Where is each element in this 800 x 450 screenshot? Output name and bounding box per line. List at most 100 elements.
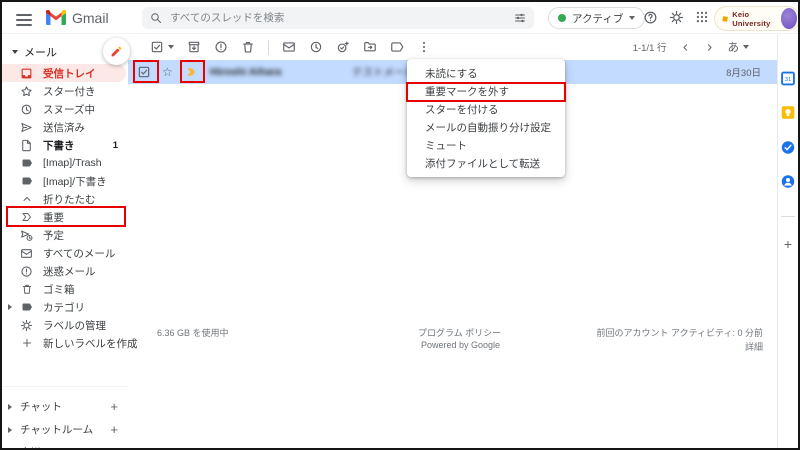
scheduled-send-icon	[20, 229, 33, 242]
sidebar-item-inbox[interactable]: 受信トレイ	[2, 64, 126, 82]
input-language-selector[interactable]: あ	[728, 39, 750, 55]
menu-item-remove-importance[interactable]: 重要マークを外す	[407, 82, 565, 100]
keep-icon[interactable]	[781, 105, 796, 120]
sidebar-item-scheduled[interactable]: 予定	[2, 226, 128, 244]
search-bar[interactable]	[142, 7, 534, 29]
hamburger-menu-icon[interactable]	[16, 11, 32, 29]
chevron-down-icon	[743, 45, 749, 49]
sidebar-item-spam[interactable]: 迷惑メール	[2, 262, 128, 280]
activity-details-link[interactable]: 詳細	[745, 340, 763, 353]
select-all-checkbox[interactable]	[150, 40, 174, 54]
newer-page-icon[interactable]	[680, 42, 691, 53]
avatar[interactable]	[781, 8, 797, 29]
program-policies-link[interactable]: プログラム ポリシー	[418, 326, 501, 339]
document-icon	[20, 139, 33, 152]
sidebar-item-categories[interactable]: カテゴリ	[2, 298, 128, 316]
trash-icon	[20, 283, 33, 296]
sidebar-item-create-label[interactable]: 新しいラベルを作成	[2, 334, 128, 352]
settings-gear-icon[interactable]	[669, 10, 684, 25]
gmail-logo-icon	[46, 10, 66, 25]
sidebar-section-chat[interactable]: チャット +	[2, 395, 128, 418]
menu-item-forward-attachment[interactable]: 添付ファイルとして転送	[407, 154, 565, 172]
sidebar-item-drafts[interactable]: 下書き 1	[2, 136, 128, 154]
sidebar-item-label: 新しいラベルを作成	[43, 336, 138, 351]
last-account-activity: 前回のアカウント アクティビティ: 0 分前	[597, 326, 763, 339]
sidebar-item-imap-drafts[interactable]: [Imap]/下書き	[2, 172, 128, 190]
section-label: 会議	[20, 445, 41, 450]
add-room-icon[interactable]: +	[110, 422, 118, 437]
chevron-down-icon[interactable]	[168, 45, 174, 49]
svg-text:31: 31	[785, 77, 791, 83]
labels-button[interactable]	[390, 40, 404, 54]
sidebar-item-label: 受信トレイ	[43, 66, 96, 81]
sidebar-item-label: すべてのメール	[43, 246, 115, 261]
label-tag-icon	[20, 157, 33, 170]
row-importance-marker-icon[interactable]	[185, 66, 198, 79]
apps-grid-icon[interactable]	[695, 10, 709, 24]
label-tag-icon	[20, 301, 33, 314]
calendar-icon[interactable]: 31	[781, 71, 796, 86]
search-input[interactable]	[170, 12, 514, 24]
older-page-icon[interactable]	[704, 42, 715, 53]
add-to-tasks-button[interactable]	[336, 40, 350, 54]
section-label: チャットルーム	[20, 422, 93, 437]
menu-item-mute[interactable]: ミュート	[407, 136, 565, 154]
spam-alert-icon	[20, 265, 33, 278]
storage-usage: 6.36 GB を使用中	[157, 326, 229, 339]
menu-item-add-star[interactable]: スターを付ける	[407, 100, 565, 118]
sidebar-item-label: ラベルの管理	[43, 318, 106, 333]
sidebar-mail-header[interactable]: メール	[12, 44, 57, 60]
sidebar-item-sent[interactable]: 送信済み	[2, 118, 128, 136]
inbox-icon	[20, 67, 33, 80]
menu-item-mark-unread[interactable]: 未読にする	[407, 64, 565, 82]
get-addons-icon[interactable]: +	[784, 236, 792, 252]
side-panel: 31 +	[777, 34, 798, 448]
side-panel-divider	[781, 216, 795, 217]
gear-icon	[20, 319, 33, 332]
menu-item-filter-messages[interactable]: メールの自動振り分け設定	[407, 118, 565, 136]
expand-arrow-icon[interactable]	[8, 427, 12, 433]
tasks-icon[interactable]	[781, 140, 796, 155]
sidebar-item-imap-trash[interactable]: [Imap]/Trash	[2, 154, 128, 172]
sidebar-item-collapse[interactable]: 折りたたむ	[2, 190, 128, 208]
account-badge[interactable]: Keio University	[714, 6, 800, 31]
expand-arrow-icon[interactable]	[8, 404, 12, 410]
sidebar-item-label: 折りたたむ	[43, 192, 96, 207]
sidebar-item-trash[interactable]: ゴミ箱	[2, 280, 128, 298]
more-options-button[interactable]	[417, 40, 431, 54]
expand-arrow-icon[interactable]	[8, 304, 12, 310]
contacts-icon[interactable]	[781, 174, 796, 189]
sidebar-section-rooms[interactable]: チャットルーム +	[2, 418, 128, 441]
sidebar-item-snoozed[interactable]: スヌーズ中	[2, 100, 128, 118]
list-toolbar: 1-1/1 行 あ	[128, 34, 777, 60]
active-status-dot	[558, 14, 566, 22]
archive-button[interactable]	[187, 40, 201, 54]
row-star-icon[interactable]: ☆	[162, 66, 173, 78]
compose-button[interactable]	[103, 38, 130, 65]
sidebar-item-label: ゴミ箱	[43, 282, 75, 297]
row-checkbox-checked[interactable]	[137, 65, 151, 79]
snooze-button[interactable]	[309, 40, 323, 54]
pagination-label: 1-1/1 行	[633, 40, 667, 54]
sidebar-item-label: 送信済み	[43, 120, 85, 135]
sidebar-item-label: [Imap]/下書き	[43, 174, 107, 189]
add-chat-icon[interactable]: +	[110, 399, 118, 414]
help-icon[interactable]	[643, 10, 658, 25]
envelope-icon	[20, 247, 33, 260]
mark-unread-button[interactable]	[282, 40, 296, 54]
move-to-button[interactable]	[363, 40, 377, 54]
sidebar-item-starred[interactable]: スター付き	[2, 82, 128, 100]
status-selector[interactable]: アクティブ	[548, 7, 645, 29]
university-emblem-icon	[722, 15, 728, 23]
sidebar-item-label: カテゴリ	[43, 300, 85, 315]
top-bar: Gmail アクティブ Keio University	[2, 2, 798, 34]
sidebar-item-all-mail[interactable]: すべてのメール	[2, 244, 128, 262]
sidebar-item-manage-labels[interactable]: ラベルの管理	[2, 316, 128, 334]
sidebar-item-important[interactable]: 重要	[2, 208, 128, 226]
search-options-icon[interactable]	[514, 12, 526, 24]
sidebar-item-label: [Imap]/Trash	[43, 157, 102, 169]
plus-icon	[20, 337, 33, 350]
delete-button[interactable]	[241, 40, 255, 54]
sidebar-section-meet[interactable]: 会議	[2, 441, 128, 450]
report-spam-button[interactable]	[214, 40, 228, 54]
